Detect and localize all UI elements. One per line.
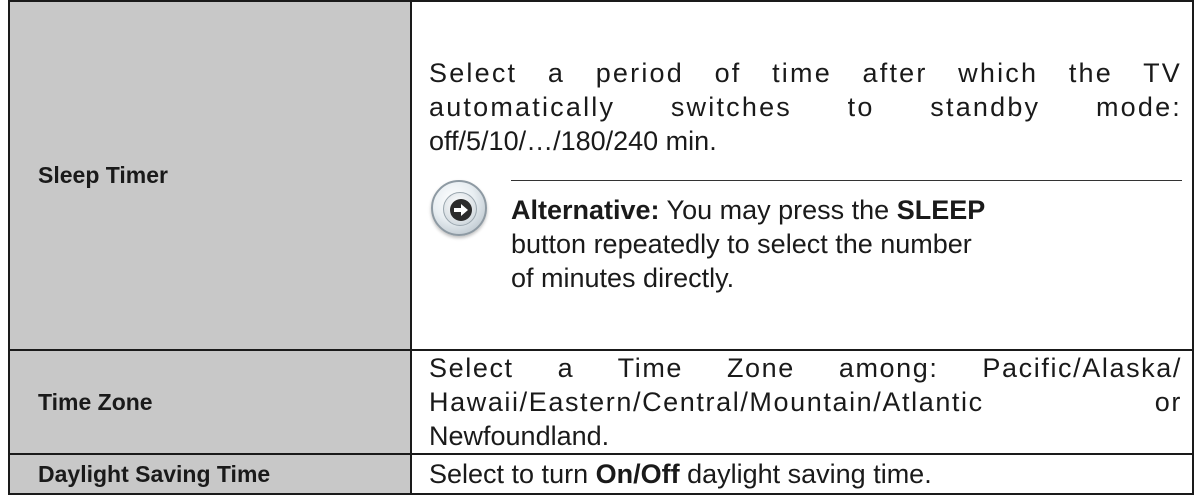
setting-description-time-zone: Select a Time Zone among: Pacific/Alaska…	[410, 349, 1194, 455]
setting-description-daylight-saving-time: Select to turn On/Off daylight saving ti…	[410, 453, 1194, 495]
table-row-sleep-timer: Sleep Timer Select a period of time afte…	[8, 0, 1194, 351]
note-box: Alternative: You may press the SLEEP but…	[429, 180, 1182, 295]
description-line: Select a period of time after which the …	[429, 58, 1182, 88]
note-line: of minutes directly.	[511, 263, 735, 293]
note-key: SLEEP	[896, 195, 986, 225]
setting-description-sleep-timer: Select a period of time after which the …	[410, 0, 1194, 351]
description-line: Select a Time Zone among: Pacific/Alaska…	[429, 353, 1182, 383]
note-divider	[511, 180, 1182, 181]
description-prefix: Select to turn	[429, 459, 596, 489]
description-bold-value: On/Off	[595, 459, 680, 489]
table-row-daylight-saving-time: Daylight Saving Time Select to turn On/O…	[8, 453, 1194, 495]
description-line: off/5/10/…/180/240 min.	[429, 126, 717, 156]
description-line: Select to turn On/Off daylight saving ti…	[429, 457, 1182, 491]
setting-label-time-zone: Time Zone	[8, 349, 412, 455]
setting-label-sleep-timer: Sleep Timer	[8, 0, 412, 351]
description-line: automatically switches to standby mode:	[429, 92, 1182, 122]
table-row-time-zone: Time Zone Select a Time Zone among: Paci…	[8, 349, 1194, 455]
description-line: Newfoundland.	[429, 421, 610, 451]
description-line: Hawaii/Eastern/Central/Mountain/Atlantic…	[429, 387, 1182, 417]
arrow-right-circle-icon	[431, 180, 487, 236]
note-prefix: Alternative:	[511, 195, 660, 225]
note-text-part: You may press the	[659, 195, 897, 225]
settings-table: Sleep Timer Select a period of time afte…	[8, 0, 1194, 495]
note-text: Alternative: You may press the SLEEP but…	[511, 193, 1182, 295]
description-suffix: daylight saving time.	[679, 459, 932, 489]
setting-label-daylight-saving-time: Daylight Saving Time	[8, 453, 412, 495]
note-line: button repeatedly to select the number	[511, 229, 972, 259]
